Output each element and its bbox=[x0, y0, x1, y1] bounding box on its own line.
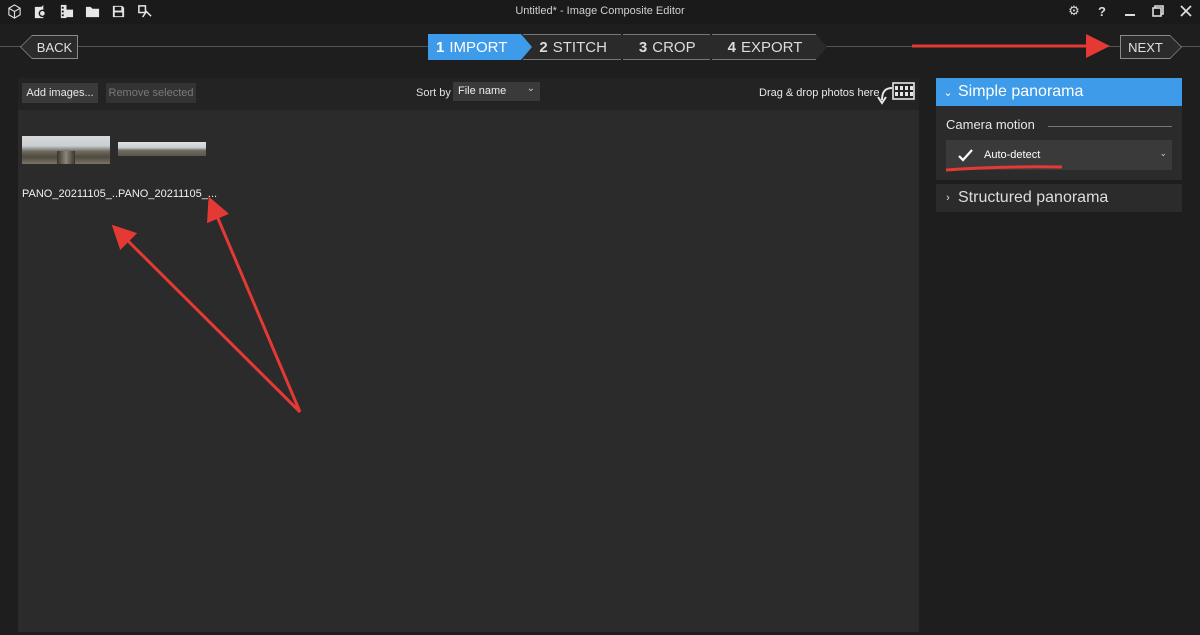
restore-icon[interactable] bbox=[1150, 2, 1166, 20]
title-bar: Untitled* - Image Composite Editor ⚙ ? bbox=[0, 0, 1200, 24]
simple-panorama-body: Camera motion Auto-detect ⌄ bbox=[936, 106, 1182, 180]
next-button[interactable]: NEXT bbox=[1120, 35, 1170, 59]
back-button[interactable]: BACK bbox=[32, 35, 78, 59]
checkmark-icon bbox=[946, 148, 984, 162]
tab-import[interactable]: 1 IMPORT bbox=[428, 34, 533, 60]
import-toolbar: Add images... Remove selected Sort by Fi… bbox=[18, 78, 919, 110]
structured-panorama-header[interactable]: › Structured panorama bbox=[936, 184, 1182, 212]
back-arrow-tip bbox=[20, 35, 32, 59]
chevron-down-icon: ⌄ bbox=[526, 83, 535, 94]
chevron-down-icon: ⌄ bbox=[1159, 148, 1167, 158]
image-thumbnail[interactable] bbox=[118, 142, 206, 156]
workflow-steps: 1 IMPORT 2 STITCH 3 CROP 4 EXPORT bbox=[428, 34, 828, 60]
drag-drop-icon bbox=[877, 82, 915, 105]
chevron-down-icon: ⌄ bbox=[943, 86, 953, 99]
tab-export[interactable]: 4 EXPORT bbox=[711, 34, 828, 60]
camera-motion-select[interactable]: Auto-detect ⌄ bbox=[946, 140, 1172, 170]
sort-by-select[interactable]: File name ⌄ bbox=[453, 82, 540, 101]
image-import-panel: Add images... Remove selected Sort by Fi… bbox=[18, 78, 919, 632]
minimize-icon[interactable] bbox=[1122, 2, 1138, 20]
sort-by-value: File name bbox=[458, 85, 507, 97]
tab-crop[interactable]: 3 CROP bbox=[622, 34, 721, 60]
drag-drop-label: Drag & drop photos here bbox=[759, 87, 880, 99]
image-filename: PANO_20211105_... bbox=[118, 188, 218, 200]
add-images-button[interactable]: Add images... bbox=[22, 83, 98, 103]
remove-selected-button[interactable]: Remove selected bbox=[106, 83, 196, 103]
window-title: Untitled* - Image Composite Editor bbox=[515, 5, 685, 17]
section-divider bbox=[1048, 126, 1172, 127]
step-bar: BACK 1 IMPORT 2 STITCH 3 CROP 4 EXPORT NEXT bbox=[0, 24, 1200, 70]
close-icon[interactable] bbox=[1178, 2, 1194, 20]
camera-motion-label: Camera motion bbox=[946, 117, 1035, 132]
image-thumbnail[interactable] bbox=[22, 136, 110, 164]
image-filename: PANO_20211105_... bbox=[22, 188, 122, 200]
settings-icon[interactable]: ⚙ bbox=[1066, 2, 1082, 20]
camera-motion-value: Auto-detect bbox=[984, 149, 1041, 161]
sort-by-label: Sort by bbox=[416, 87, 451, 99]
tab-stitch[interactable]: 2 STITCH bbox=[523, 34, 632, 60]
help-icon[interactable]: ? bbox=[1094, 2, 1110, 20]
next-arrow-tip bbox=[1170, 35, 1182, 59]
window-controls: ⚙ ? bbox=[1066, 2, 1194, 20]
chevron-right-icon: › bbox=[946, 192, 950, 204]
simple-panorama-header[interactable]: ⌄ Simple panorama bbox=[936, 78, 1182, 106]
